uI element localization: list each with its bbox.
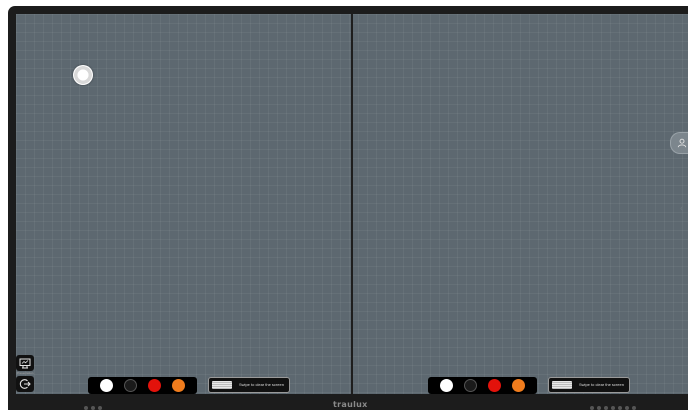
color-swatch[interactable] — [464, 379, 477, 392]
swipe-clear-button-left[interactable]: Swipe to clear the screen — [208, 377, 290, 393]
pointer-marker — [73, 65, 93, 85]
presentation-button[interactable]: Presentation — [16, 355, 34, 375]
swipe-handle[interactable] — [552, 381, 572, 389]
collapse-chevron-icon[interactable]: ‹ — [680, 203, 683, 214]
split-divider — [351, 14, 353, 394]
bezel-button-dots — [590, 406, 636, 410]
color-swatch[interactable] — [124, 379, 137, 392]
brand-logo: traulux — [333, 400, 368, 409]
monitor-icon — [19, 358, 31, 368]
bezel-sensor-dots — [84, 406, 102, 410]
swipe-clear-label: Swipe to clear the screen — [239, 382, 284, 387]
color-swatch[interactable] — [488, 379, 501, 392]
whiteboard-screen: ‹ — [16, 14, 688, 394]
color-swatch[interactable] — [100, 379, 113, 392]
presentation-label: Presentation — [16, 371, 34, 375]
color-swatch[interactable] — [172, 379, 185, 392]
color-swatch[interactable] — [148, 379, 161, 392]
color-swatch[interactable] — [512, 379, 525, 392]
swipe-handle[interactable] — [212, 381, 232, 389]
swipe-clear-label: Swipe to clear the screen — [579, 382, 624, 387]
exit-button[interactable] — [16, 376, 34, 392]
swipe-clear-button-right[interactable]: Swipe to clear the screen — [548, 377, 630, 393]
color-palette-left — [88, 377, 197, 394]
color-palette-right — [428, 377, 537, 394]
user-panel-button[interactable] — [670, 132, 688, 154]
exit-icon — [19, 379, 31, 389]
color-swatch[interactable] — [440, 379, 453, 392]
user-icon — [677, 138, 687, 148]
